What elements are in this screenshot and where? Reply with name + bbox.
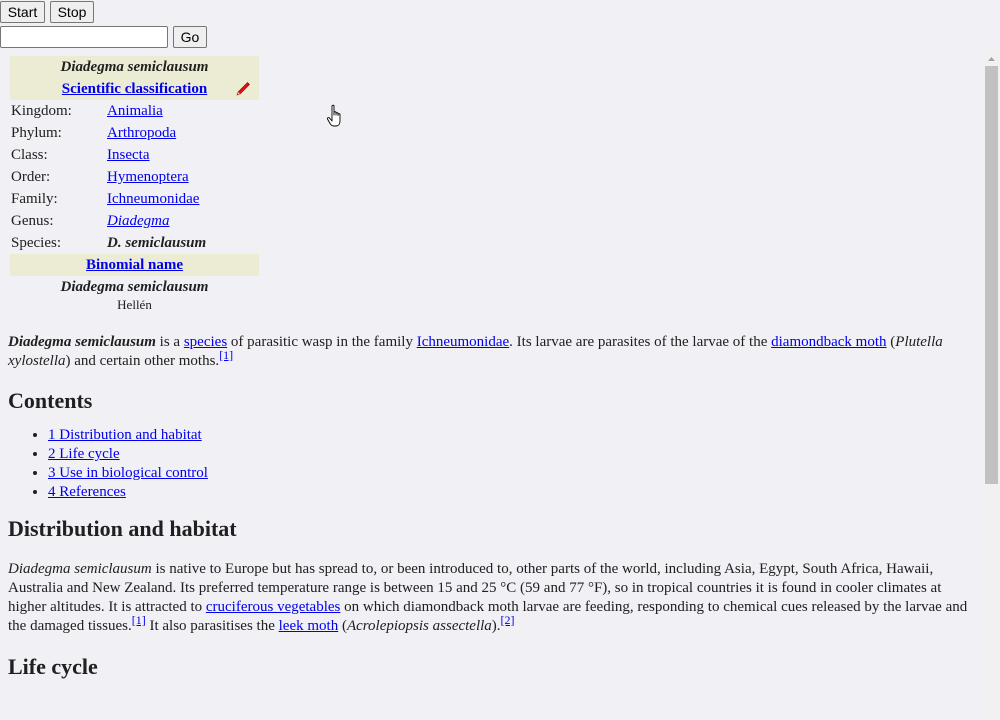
binomial-header: Binomial name [10,254,259,276]
contents-item: 3 Use in biological control [48,464,968,483]
taxon-link[interactable]: Insecta [107,147,149,163]
classification-value: Animalia [107,100,259,122]
go-button[interactable]: Go [173,26,207,48]
scroll-up-arrow-icon[interactable] [983,52,1000,66]
article: Diadegma semiclausum Scientific classifi… [8,56,968,680]
taxon-link[interactable]: Animalia [107,103,163,119]
diamondback-moth-link[interactable]: diamondback moth [771,334,886,350]
taxobox: Diadegma semiclausum Scientific classifi… [10,56,259,314]
lead-text: ) and certain other moths. [65,353,220,369]
lead-text: . Its larvae are parasites of the larvae… [509,334,772,350]
lead-text: ( [886,334,896,350]
vertical-scrollbar[interactable] [983,52,1000,720]
contents-item: 2 Life cycle [48,445,968,464]
scientific-classification-link[interactable]: Scientific classification [62,81,207,97]
distribution-paragraph: Diadegma semiclausum is native to Europe… [8,560,968,636]
classification-row: Kingdom: Animalia [10,100,259,122]
cruciferous-vegetables-link[interactable]: cruciferous vegetables [206,599,341,615]
pencil-icon[interactable] [235,81,251,97]
lead-text: of parasitic wasp in the family [227,334,417,350]
contents-link[interactable]: 4 References [48,484,126,500]
classification-value: Arthropoda [107,122,259,144]
scrollbar-thumb[interactable] [985,66,998,484]
toolbar: Start Stop Go [0,0,260,52]
distribution-text: It also parasitises the [145,618,279,634]
distribution-text: ). [491,618,501,634]
classification-row: Order: Hymenoptera [10,166,259,188]
life-cycle-heading: Life cycle [8,654,98,679]
classification-row: Species: D. semiclausum [10,232,259,254]
stop-button[interactable]: Stop [50,1,94,23]
start-button[interactable]: Start [0,1,45,23]
lead-text: is a [155,334,184,350]
classification-rank-label: Class: [11,147,48,163]
binomial-authority: Hellén [117,297,152,312]
classification-value: Hymenoptera [107,166,259,188]
classification-row: Family: Ichneumonidae [10,188,259,210]
contents-link[interactable]: 2 Life cycle [48,446,120,462]
hand-pointer-cursor-icon [326,104,346,130]
taxon-link[interactable]: Ichneumonidae [107,191,199,207]
leek-moth-scientific-name: Acrolepiopsis assectella [346,618,492,634]
contents-link[interactable]: 3 Use in biological control [48,465,208,481]
ichneumonidae-link[interactable]: Ichneumonidae [417,334,509,350]
classification-row: Phylum: Arthropoda [10,122,259,144]
contents-item: 4 References [48,483,968,502]
species-name: D. semiclausum [107,235,207,251]
distribution-heading: Distribution and habitat [8,516,237,541]
reference-2-link[interactable]: [2] [501,613,515,627]
taxobox-title: Diadegma semiclausum [10,56,259,78]
classification-value: Diadegma [107,210,259,232]
classification-value: D. semiclausum [107,232,259,254]
classification-value: Insecta [107,144,259,166]
reference-1-link[interactable]: [1] [132,613,146,627]
taxon-link[interactable]: Arthropoda [107,125,176,141]
classification-rank-label: Family: [11,191,58,207]
classification-row: Genus: Diadegma [10,210,259,232]
binomial-name-link[interactable]: Binomial name [86,257,183,273]
classification-value: Ichneumonidae [107,188,259,210]
taxon-link[interactable]: Diadegma [107,213,170,229]
reference-1-link[interactable]: [1] [219,348,233,362]
classification-rank-label: Order: [11,169,51,185]
classification-rank-label: Genus: [11,213,54,229]
contents-list: 1 Distribution and habitat 2 Life cycle 3 … [8,426,968,502]
classification-rank-label: Species: [11,235,61,251]
leek-moth-link[interactable]: leek moth [279,618,339,634]
taxobox-title-text: Diadegma semiclausum [60,59,209,75]
contents-link[interactable]: 1 Distribution and habitat [48,427,202,443]
classification-row: Class: Insecta [10,144,259,166]
url-input[interactable] [0,26,168,48]
taxon-link[interactable]: Hymenoptera [107,169,189,185]
distribution-text: ( [338,618,347,634]
distribution-name: Diadegma semiclausum [8,561,152,577]
classification-rows: Kingdom: Animalia Phylum: Arthropoda Class: I… [10,100,259,254]
contents-heading: Contents [8,388,93,413]
lead-name: Diadegma semiclausum [8,334,156,350]
classification-header: Scientific classification [10,78,259,100]
classification-rank-label: Phylum: [11,125,62,141]
lead-paragraph: Diadegma semiclausum is a species of par… [8,333,968,371]
classification-rank-label: Kingdom: [11,103,72,119]
binomial-name: Diadegma semiclausum [60,279,209,295]
contents-item: 1 Distribution and habitat [48,426,968,445]
